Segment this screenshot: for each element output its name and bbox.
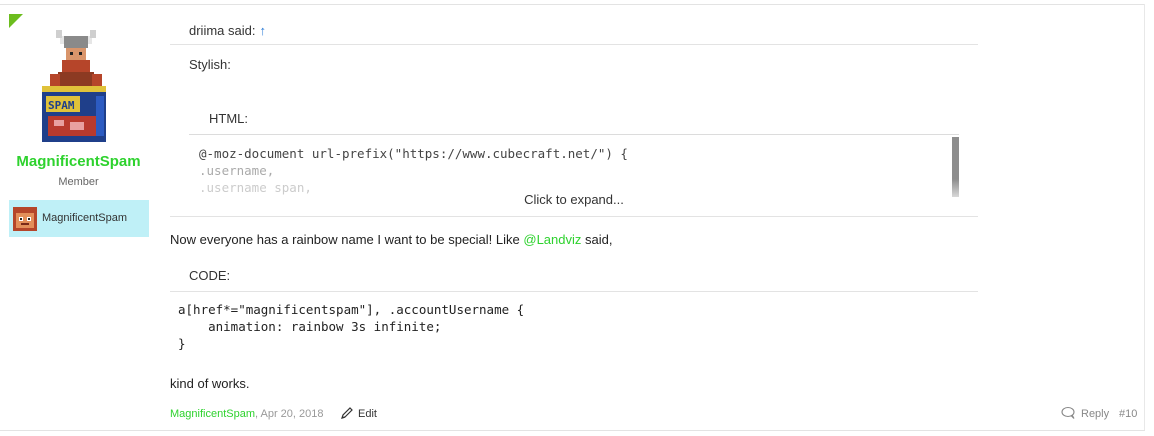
quote-attribution: driima said: ↑ bbox=[189, 23, 266, 38]
post-text: Now everyone has a rainbow name I want t… bbox=[170, 232, 524, 247]
pencil-icon bbox=[341, 407, 353, 419]
edit-button[interactable]: Edit bbox=[340, 406, 377, 420]
quote-divider bbox=[170, 44, 978, 45]
quote-text-stylish: Stylish: bbox=[189, 57, 231, 72]
html-code-label: HTML: bbox=[209, 111, 248, 126]
post-date[interactable]: , Apr 20, 2018 bbox=[255, 408, 324, 420]
user-mention-link[interactable]: @Landviz bbox=[523, 232, 581, 247]
post-meta: MagnificentSpam, Apr 20, 2018 bbox=[170, 408, 324, 420]
code-line: @-moz-document url-prefix("https://www.c… bbox=[199, 146, 628, 161]
post-top-divider bbox=[0, 4, 1145, 5]
author-title: Member bbox=[58, 176, 99, 188]
banner-username: MagnificentSpam bbox=[42, 212, 127, 224]
code-block-label: CODE: bbox=[189, 268, 231, 283]
code-scrollbar[interactable] bbox=[952, 137, 959, 197]
pixel-face-icon bbox=[13, 207, 37, 231]
viking-on-spam-can-avatar[interactable]: SPAM bbox=[36, 26, 114, 144]
post-text-line: Now everyone has a rainbow name I want t… bbox=[170, 232, 612, 247]
quote-block: driima said: ↑ Stylish: HTML: @-moz-docum… bbox=[170, 14, 978, 217]
code-line: } bbox=[178, 336, 186, 351]
click-to-expand-link[interactable]: Click to expand... bbox=[170, 192, 978, 207]
code-line: a[href*="magnificentspam"], .accountUser… bbox=[178, 302, 525, 317]
jump-to-quote-arrow-icon[interactable]: ↑ bbox=[259, 23, 266, 38]
user-banner: MagnificentSpam bbox=[9, 200, 149, 237]
author-username[interactable]: MagnificentSpam bbox=[0, 153, 157, 170]
code-line: .username, bbox=[199, 163, 275, 178]
meta-author-link[interactable]: MagnificentSpam bbox=[170, 408, 255, 420]
code-block-divider bbox=[170, 291, 978, 292]
code-line: animation: rainbow 3s infinite; bbox=[178, 319, 442, 334]
quoted-code-box: @-moz-document url-prefix("https://www.c… bbox=[189, 134, 959, 199]
speech-bubble-icon bbox=[1061, 406, 1075, 419]
post-bottom-divider bbox=[0, 430, 1145, 431]
edit-label: Edit bbox=[358, 408, 377, 420]
new-post-corner-icon bbox=[9, 14, 23, 28]
reply-button[interactable]: Reply bbox=[1061, 406, 1109, 420]
reply-label: Reply bbox=[1081, 408, 1110, 420]
quote-author-said: driima said: bbox=[189, 23, 256, 38]
post-number-link[interactable]: #10 bbox=[1119, 408, 1137, 420]
svg-text:SPAM: SPAM bbox=[48, 99, 75, 112]
post-right-border bbox=[1144, 4, 1145, 430]
post-text-line: kind of works. bbox=[170, 376, 250, 391]
forum-post: SPAM MagnificentSpam Member MagnificentS… bbox=[0, 0, 1154, 436]
post-text: said, bbox=[581, 232, 613, 247]
